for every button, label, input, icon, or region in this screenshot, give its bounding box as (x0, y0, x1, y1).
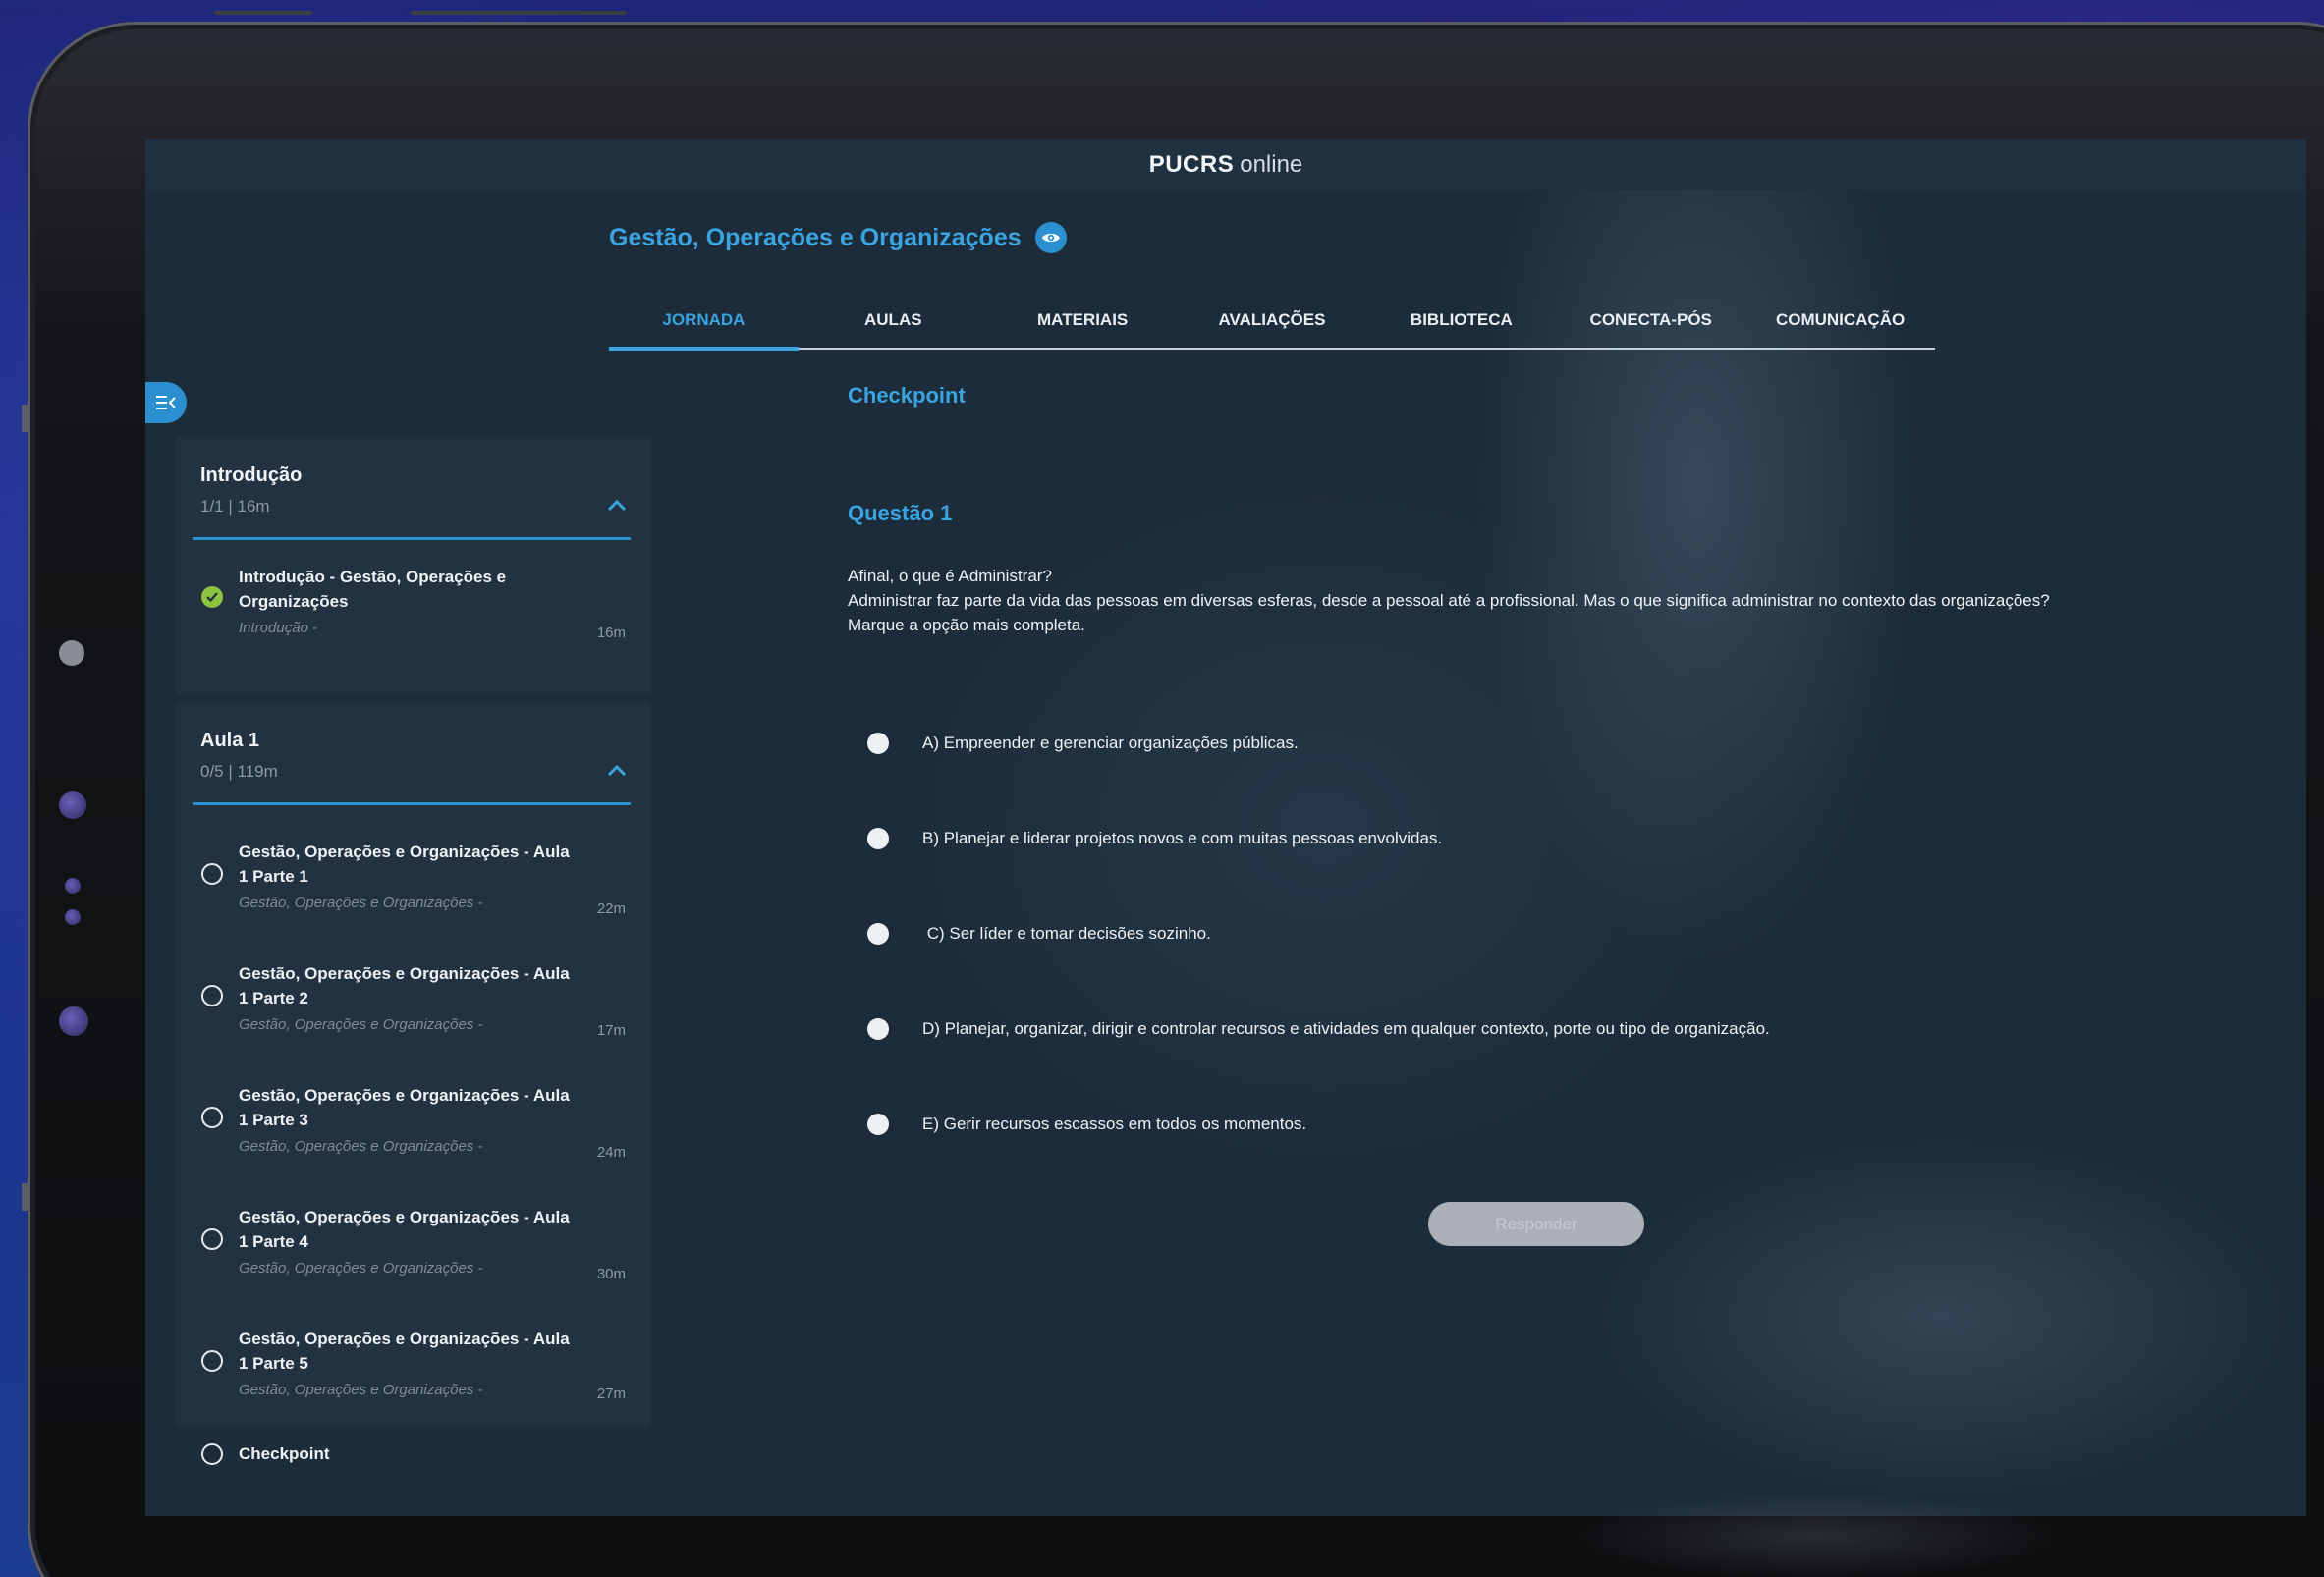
item-duration: 17m (596, 1022, 626, 1039)
camera-icon (59, 640, 84, 666)
tab-bar: JORNADA AULAS MATERIAIS AVALIAÇÕES BIBLI… (609, 302, 1935, 351)
top-bar: PUCRS online (145, 139, 2306, 190)
tab-comunicacao[interactable]: COMUNICAÇÃO (1745, 302, 1935, 348)
item-duration: 16m (596, 625, 626, 641)
item-title: Gestão, Operações e Organizações - Aula … (239, 1330, 570, 1373)
item-duration: 30m (596, 1266, 626, 1282)
item-title: Gestão, Operações e Organizações - Aula … (239, 1208, 570, 1251)
check-circle-icon (201, 586, 223, 608)
list-item[interactable]: Gestão, Operações e Organizações - Aula … (175, 1327, 651, 1444)
question-line: Administrar faz parte da vida das pessoa… (848, 591, 2050, 610)
brand-logo[interactable]: PUCRS (1149, 151, 1235, 179)
device-side-button (22, 405, 28, 432)
tab-materiais[interactable]: MATERIAIS (988, 302, 1178, 348)
sensor-icon (65, 878, 81, 894)
radio-button[interactable] (867, 923, 889, 945)
tab-aulas[interactable]: AULAS (799, 302, 988, 348)
app-screen: PUCRS online Gestão, Operações e Organiz… (145, 139, 2306, 1516)
radio-button[interactable] (867, 1114, 889, 1135)
tab-conecta-pos[interactable]: CONECTA-PÓS (1556, 302, 1745, 348)
list-item[interactable]: Gestão, Operações e Organizações - Aula … (175, 961, 651, 1079)
sensor-icon (59, 791, 86, 819)
device-glare (1572, 1493, 2063, 1577)
option-label: E) Gerir recursos escassos em todos os m… (922, 1115, 1307, 1133)
section-progress: 1/1 | 16m (200, 497, 270, 516)
item-title: Checkpoint (239, 1444, 330, 1463)
answer-option-d[interactable]: D) Planejar, organizar, dirigir e contro… (867, 1014, 1770, 1044)
radio-button[interactable] (867, 828, 889, 849)
section-progress: 0/5 | 119m (200, 762, 278, 781)
question-text: Afinal, o que é Administrar? Administrar… (848, 564, 2193, 637)
item-duration: 27m (596, 1386, 626, 1402)
chevron-up-icon[interactable] (605, 763, 629, 779)
list-item[interactable]: Introdução - Gestão, Operações e Organiz… (175, 565, 651, 682)
sensor-icon (59, 1006, 88, 1036)
section-divider (193, 802, 631, 805)
list-item[interactable]: Gestão, Operações e Organizações - Aula … (175, 840, 651, 957)
answer-option-a[interactable]: A) Empreender e gerenciar organizações p… (867, 729, 1299, 758)
radio-button[interactable] (867, 1018, 889, 1040)
question-line: Marque a opção mais completa. (848, 616, 1085, 634)
sensor-icon (65, 909, 81, 925)
chevron-up-icon[interactable] (605, 498, 629, 514)
device-top-button (214, 11, 312, 15)
item-subtitle: Gestão, Operações e Organizações - (239, 1138, 483, 1155)
device-side-button (22, 1183, 28, 1211)
page-title: Checkpoint (848, 383, 966, 408)
tab-biblioteca[interactable]: BIBLIOTECA (1366, 302, 1556, 348)
tab-jornada[interactable]: JORNADA (609, 302, 799, 351)
course-title-text: Gestão, Operações e Organizações (609, 223, 1022, 251)
sidebar-collapse-button[interactable] (145, 382, 187, 423)
section-title: Aula 1 (200, 730, 260, 751)
question-title: Questão 1 (848, 501, 953, 525)
circle-icon (201, 1107, 223, 1128)
item-title: Introdução - Gestão, Operações e Organiz… (239, 568, 507, 611)
option-label: D) Planejar, organizar, dirigir e contro… (922, 1019, 1770, 1038)
device-top-button (411, 11, 627, 15)
circle-icon (201, 1228, 223, 1250)
tab-avaliacoes[interactable]: AVALIAÇÕES (1178, 302, 1367, 348)
section-divider (193, 537, 631, 540)
collapse-menu-icon (156, 396, 176, 409)
item-subtitle: Gestão, Operações e Organizações - (239, 1016, 483, 1033)
sidebar-item-checkpoint[interactable]: Checkpoint (175, 1443, 651, 1493)
item-subtitle: Introdução - (239, 620, 318, 636)
circle-icon (201, 985, 223, 1006)
option-label: C) Ser líder e tomar decisões sozinho. (922, 924, 1211, 943)
radio-button[interactable] (867, 733, 889, 754)
brand-logo-suffix: online (1240, 151, 1303, 178)
question-line: Afinal, o que é Administrar? (848, 567, 1052, 585)
item-duration: 24m (596, 1144, 626, 1161)
section-title: Introdução (200, 464, 303, 486)
item-title: Gestão, Operações e Organizações - Aula … (239, 843, 570, 886)
answer-option-e[interactable]: E) Gerir recursos escassos em todos os m… (867, 1110, 1306, 1139)
sidebar: Introdução 1/1 | 16m Introdução - Gestão… (175, 437, 651, 1516)
item-subtitle: Gestão, Operações e Organizações - (239, 1260, 483, 1277)
item-title: Gestão, Operações e Organizações - Aula … (239, 1086, 570, 1129)
item-title: Gestão, Operações e Organizações - Aula … (239, 964, 570, 1007)
tablet-device: PUCRS online Gestão, Operações e Organiz… (22, 11, 2324, 1577)
sidebar-section-introducao: Introdução 1/1 | 16m Introdução - Gestão… (175, 437, 651, 694)
answer-option-c[interactable]: C) Ser líder e tomar decisões sozinho. (867, 919, 1211, 949)
sidebar-section-aula-1: Aula 1 0/5 | 119m Gestão, Operações e Or… (175, 702, 651, 1427)
list-item[interactable]: Gestão, Operações e Organizações - Aula … (175, 1083, 651, 1201)
item-duration: 22m (596, 900, 626, 917)
option-label: B) Planejar e liderar projetos novos e c… (922, 829, 1443, 847)
section-header[interactable]: Introdução 1/1 | 16m (200, 464, 302, 517)
section-header[interactable]: Aula 1 0/5 | 119m (200, 730, 278, 782)
circle-icon (201, 1350, 223, 1372)
course-title: Gestão, Operações e Organizações (609, 222, 1067, 253)
circle-icon (201, 1443, 223, 1465)
eye-icon[interactable] (1034, 222, 1067, 253)
submit-answer-button[interactable]: Responder (1428, 1202, 1644, 1246)
item-subtitle: Gestão, Operações e Organizações - (239, 895, 483, 911)
circle-icon (201, 863, 223, 885)
item-subtitle: Gestão, Operações e Organizações - (239, 1382, 483, 1398)
list-item[interactable]: Gestão, Operações e Organizações - Aula … (175, 1205, 651, 1323)
option-label: A) Empreender e gerenciar organizações p… (922, 734, 1299, 752)
answer-option-b[interactable]: B) Planejar e liderar projetos novos e c… (867, 824, 1442, 853)
